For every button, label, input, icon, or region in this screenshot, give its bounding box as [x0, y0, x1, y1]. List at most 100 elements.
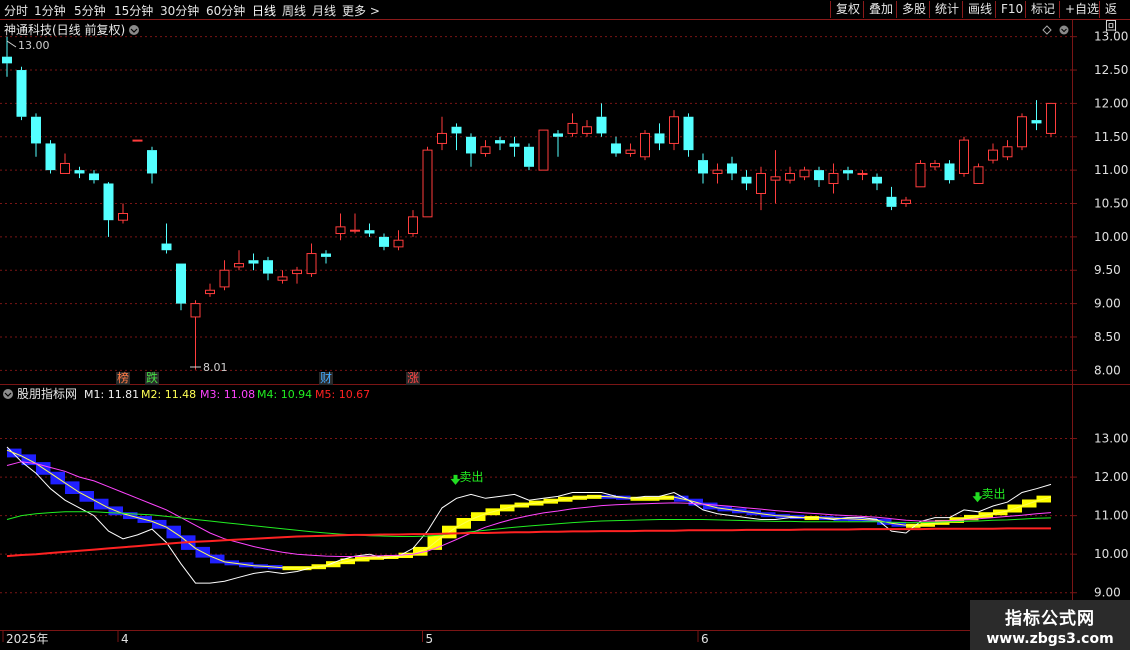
- action-button-4[interactable]: 画线: [962, 1, 997, 18]
- candle: [988, 143, 998, 164]
- candle: [219, 260, 230, 291]
- y-tick-label: 10.00: [1094, 230, 1128, 244]
- candle: [553, 130, 563, 157]
- x-tick-label: 5: [426, 632, 434, 646]
- x-tick-label: 2025年: [6, 632, 49, 646]
- candle: [654, 123, 665, 151]
- y-tick-label: 11.00: [1094, 509, 1128, 523]
- candle: [1002, 140, 1013, 161]
- candle: [640, 130, 650, 161]
- candle: [973, 163, 984, 184]
- y-tick-label: 10.00: [1094, 547, 1128, 561]
- candle: [886, 186, 897, 211]
- candle: [89, 170, 99, 184]
- high-price-label: 13.00: [18, 39, 50, 52]
- top-toolbar: 分时 1分钟 5分钟 15分钟 30分钟 60分钟 日线 周线 月线 更多 > 复权 叠加 多股 统计画…: [0, 0, 1130, 33]
- candle: [437, 116, 447, 151]
- candle: [1031, 100, 1042, 131]
- x-tick-label: 6: [701, 632, 709, 646]
- candle: [132, 139, 143, 142]
- y-tick-label: 13.00: [1094, 30, 1128, 44]
- candle: [176, 263, 186, 311]
- period-tab-6[interactable]: 日线: [252, 2, 276, 19]
- title-dropdown-icon: [129, 25, 139, 35]
- panel-menu-icon: [1059, 25, 1069, 35]
- y-tick-label: 12.00: [1094, 96, 1128, 110]
- candle: [756, 166, 766, 211]
- candle: [234, 250, 244, 271]
- y-tick-label: 9.50: [1094, 263, 1121, 277]
- watermark-logo: 指标公式网 www.zbgs3.com: [970, 600, 1130, 650]
- candle: [843, 166, 853, 181]
- candle: [16, 66, 27, 121]
- candle: [74, 166, 85, 179]
- candle: [1046, 102, 1056, 137]
- chart-canvas: 13.00 12.50 12.00 11.50 11.00 10.50 10.00 9.50 9…: [0, 20, 1130, 650]
- candle: [103, 182, 114, 237]
- series-line-m1: [6, 446, 1052, 584]
- candle: [567, 113, 578, 137]
- candle: [393, 230, 404, 251]
- date-x-axis: 2025年4567: [2, 631, 999, 646]
- period-tab-0[interactable]: 分时: [4, 2, 28, 19]
- action-button-8[interactable]: 返回: [1099, 1, 1130, 33]
- candle: [350, 213, 360, 234]
- y-tick-label: 13.00: [1094, 432, 1128, 446]
- sell-signal-label: 卖出: [982, 487, 1006, 501]
- watermark-title: 指标公式网: [1005, 609, 1095, 629]
- candle: [857, 170, 868, 181]
- watermark-url: www.zbgs3.com: [986, 631, 1114, 647]
- candle: [828, 163, 839, 194]
- action-button-6[interactable]: 标记: [1025, 1, 1060, 18]
- candle: [118, 203, 128, 224]
- period-tab-8[interactable]: 月线: [312, 2, 336, 19]
- action-button-2[interactable]: 多股: [896, 1, 931, 18]
- candle: [292, 266, 302, 284]
- period-tab-5[interactable]: 60分钟: [206, 2, 245, 19]
- candle: [741, 170, 752, 191]
- candle: [930, 160, 940, 171]
- legend-m3: M3: 11.08: [200, 388, 255, 401]
- candle: [625, 143, 636, 157]
- action-button-1[interactable]: 叠加: [863, 1, 898, 18]
- period-tab-4[interactable]: 30分钟: [160, 2, 199, 19]
- candle: [611, 136, 621, 157]
- indicator-labels: 股朋指标网 M1: 11.81 M2: 11.48 M3: 11.08 M4: 10.9…: [3, 386, 1006, 503]
- event-marker-label: 涨: [407, 370, 419, 385]
- action-button-3[interactable]: 统计: [929, 1, 964, 18]
- event-marker-label: 财: [320, 371, 332, 385]
- candle: [31, 113, 41, 157]
- candle: [944, 160, 955, 184]
- period-tab-1[interactable]: 1分钟: [34, 2, 66, 19]
- low-price-label: 8.01: [203, 361, 228, 374]
- candle: [306, 243, 317, 277]
- candle: [495, 136, 505, 151]
- candle: [190, 300, 201, 370]
- period-tab-9[interactable]: 更多 >: [342, 2, 380, 19]
- indicator-series: [6, 446, 1052, 584]
- action-button-7[interactable]: +自选: [1059, 1, 1104, 18]
- candle: [466, 133, 476, 167]
- price-y-axis: 13.00 12.50 12.00 11.50 11.00 10.50 10.00 9.50 9…: [1072, 30, 1128, 377]
- y-tick-label: 8.00: [1094, 363, 1121, 377]
- candle: [959, 136, 969, 177]
- candle: [582, 120, 592, 137]
- candle: [277, 270, 288, 284]
- indicator-y-axis: 13.00 12.00 11.00 10.00 9.00: [1072, 432, 1128, 600]
- candle: [2, 36, 12, 77]
- y-tick-label: 12.00: [1094, 470, 1128, 484]
- sell-signal-label: 卖出: [460, 470, 484, 484]
- candle: [263, 256, 273, 281]
- candle: [538, 129, 549, 171]
- series-line-m3: [6, 461, 1052, 557]
- y-tick-label: 11.00: [1094, 163, 1128, 177]
- period-tab-3[interactable]: 15分钟: [114, 2, 153, 19]
- candle: [205, 283, 215, 297]
- y-tick-label: 11.50: [1094, 130, 1128, 144]
- period-tab-7[interactable]: 周线: [282, 2, 306, 19]
- action-button-5[interactable]: F10: [995, 1, 1028, 18]
- candle: [60, 153, 70, 174]
- period-tab-2[interactable]: 5分钟: [74, 2, 106, 19]
- action-button-0[interactable]: 复权: [830, 1, 865, 18]
- candle: [872, 173, 882, 191]
